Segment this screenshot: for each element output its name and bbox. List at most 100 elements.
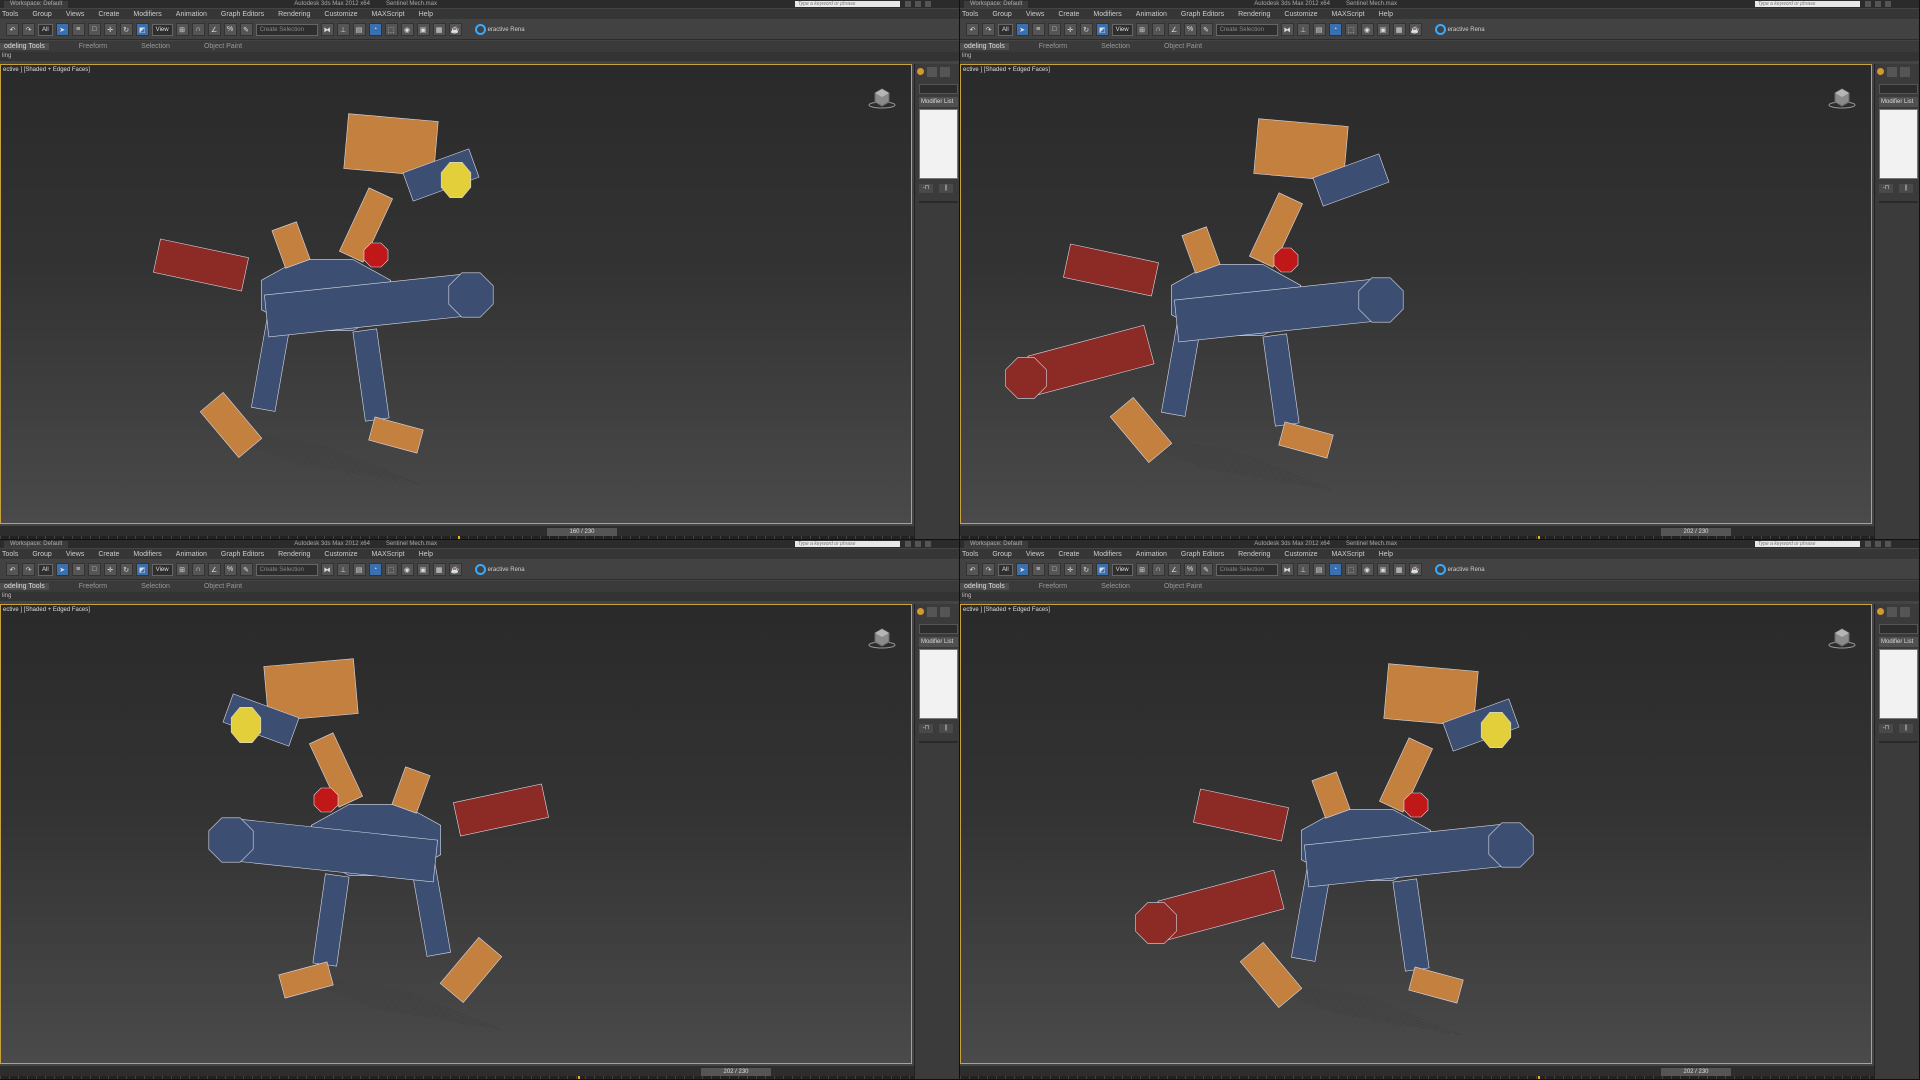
menu-item-group[interactable]: Group: [992, 551, 1011, 558]
pivot-icon[interactable]: ⊞: [175, 23, 189, 36]
menu-item-help[interactable]: Help: [1379, 551, 1393, 558]
named-selection-dropdown[interactable]: Create Selection: [1215, 23, 1278, 36]
menu-item-rendering[interactable]: Rendering: [278, 551, 310, 558]
workspace-dropdown[interactable]: Workspace: Default: [4, 540, 69, 548]
show-end-result-icon[interactable]: ||: [939, 724, 953, 733]
viewcube-icon[interactable]: [1827, 85, 1857, 111]
object-name-field[interactable]: [919, 624, 958, 634]
material-editor-icon[interactable]: ◉: [1360, 23, 1374, 36]
hierarchy-tab-icon[interactable]: [940, 67, 950, 77]
select-by-name-icon[interactable]: ≡: [1031, 563, 1045, 576]
menu-item-help[interactable]: Help: [1379, 11, 1393, 18]
search-input[interactable]: Type a keyword or phrase: [1755, 1, 1860, 7]
render-icon[interactable]: ☕: [448, 23, 462, 36]
light-icon[interactable]: [917, 608, 924, 615]
named-selection-dropdown[interactable]: Create Selection: [255, 563, 318, 576]
mirror-icon[interactable]: ⧓: [1280, 23, 1294, 36]
star-icon[interactable]: [1875, 1, 1881, 7]
menu-item-views[interactable]: Views: [1026, 11, 1045, 18]
undo-icon[interactable]: ↶: [6, 23, 19, 36]
menu-item-help[interactable]: Help: [419, 11, 433, 18]
align-icon[interactable]: ⊥: [1296, 563, 1310, 576]
binoculars-icon[interactable]: [1865, 541, 1871, 547]
menu-item-tools[interactable]: Tools: [962, 551, 978, 558]
hierarchy-tab-icon[interactable]: [940, 607, 950, 617]
menu-item-views[interactable]: Views: [66, 551, 85, 558]
snap-icon[interactable]: ∩: [1151, 563, 1165, 576]
redo-icon[interactable]: ↷: [22, 563, 35, 576]
selection-filter-dropdown[interactable]: All: [998, 23, 1013, 36]
snap-icon[interactable]: ∩: [191, 23, 205, 36]
menu-item-group[interactable]: Group: [32, 11, 51, 18]
render-type[interactable]: eractive Rena: [1434, 24, 1485, 35]
move-icon[interactable]: ✛: [1063, 563, 1077, 576]
menu-item-maxscript[interactable]: MAXScript: [1332, 11, 1365, 18]
menu-item-rendering[interactable]: Rendering: [1238, 11, 1270, 18]
modifier-stack[interactable]: [1879, 649, 1918, 719]
named-selection-dropdown[interactable]: Create Selection: [255, 23, 318, 36]
select-by-name-icon[interactable]: ≡: [71, 563, 85, 576]
render-setup-icon[interactable]: ▣: [416, 23, 430, 36]
menu-item-graph-editors[interactable]: Graph Editors: [1181, 551, 1224, 558]
menu-item-views[interactable]: Views: [1026, 551, 1045, 558]
perspective-viewport[interactable]: ective ] [Shaded + Edged Faces]: [960, 64, 1872, 524]
modifier-stack[interactable]: [1879, 109, 1918, 179]
menu-item-animation[interactable]: Animation: [176, 11, 207, 18]
mirror-icon[interactable]: ⧓: [1280, 563, 1294, 576]
menu-item-maxscript[interactable]: MAXScript: [372, 551, 405, 558]
percent-snap-icon[interactable]: %: [223, 563, 237, 576]
modify-tab-icon[interactable]: [927, 67, 937, 77]
search-input[interactable]: Type a keyword or phrase: [795, 541, 900, 547]
region-select-icon[interactable]: □: [1047, 23, 1061, 36]
menu-item-customize[interactable]: Customize: [324, 551, 357, 558]
menu-item-maxscript[interactable]: MAXScript: [372, 11, 405, 18]
modifier-stack[interactable]: [919, 649, 958, 719]
object-name-field[interactable]: [919, 84, 958, 94]
modifier-list-dropdown[interactable]: Modifier List: [1879, 97, 1918, 107]
material-editor-icon[interactable]: ◉: [1360, 563, 1374, 576]
curve-editor-icon[interactable]: ◔: [368, 23, 382, 36]
angle-snap-icon[interactable]: ∠: [1167, 563, 1181, 576]
help-icon[interactable]: [925, 1, 931, 7]
render-frame-icon[interactable]: ▦: [1392, 563, 1406, 576]
move-icon[interactable]: ✛: [103, 23, 117, 36]
workspace-dropdown[interactable]: Workspace: Default: [4, 0, 69, 8]
ribbon-tab-odeling-tools[interactable]: odeling Tools: [960, 583, 1009, 590]
layer-icon[interactable]: ▤: [352, 23, 366, 36]
ribbon-tab-odeling-tools[interactable]: odeling Tools: [0, 583, 49, 590]
star-icon[interactable]: [1875, 541, 1881, 547]
render-icon[interactable]: ☕: [1408, 23, 1422, 36]
pin-stack-icon[interactable]: -⊓: [919, 724, 933, 733]
menu-item-animation[interactable]: Animation: [1136, 551, 1167, 558]
percent-snap-icon[interactable]: %: [1183, 23, 1197, 36]
layer-icon[interactable]: ▤: [352, 563, 366, 576]
ribbon-tab-selection[interactable]: Selection: [137, 583, 174, 590]
schematic-icon[interactable]: ⬚: [1344, 563, 1358, 576]
curve-editor-icon[interactable]: ◔: [1328, 563, 1342, 576]
select-icon[interactable]: ➤: [55, 563, 69, 576]
ribbon-tab-freeform[interactable]: Freeform: [75, 43, 111, 50]
ribbon-tab-selection[interactable]: Selection: [1097, 43, 1134, 50]
percent-snap-icon[interactable]: %: [223, 23, 237, 36]
select-icon[interactable]: ➤: [55, 23, 69, 36]
object-name-field[interactable]: [1879, 624, 1918, 634]
angle-snap-icon[interactable]: ∠: [1167, 23, 1181, 36]
scale-icon[interactable]: ◩: [135, 23, 149, 36]
render-frame-icon[interactable]: ▦: [432, 23, 446, 36]
viewport-label[interactable]: ective ] [Shaded + Edged Faces]: [963, 607, 1050, 613]
hierarchy-tab-icon[interactable]: [1900, 67, 1910, 77]
material-editor-icon[interactable]: ◉: [400, 23, 414, 36]
ribbon-tab-object-paint[interactable]: Object Paint: [1160, 583, 1206, 590]
modifier-list-dropdown[interactable]: Modifier List: [919, 97, 958, 107]
edit-named-selection-icon[interactable]: ✎: [239, 23, 253, 36]
binoculars-icon[interactable]: [1865, 1, 1871, 7]
region-select-icon[interactable]: □: [87, 23, 101, 36]
select-icon[interactable]: ➤: [1015, 563, 1029, 576]
search-input[interactable]: Type a keyword or phrase: [1755, 541, 1860, 547]
edit-named-selection-icon[interactable]: ✎: [239, 563, 253, 576]
snap-icon[interactable]: ∩: [1151, 23, 1165, 36]
coord-system-dropdown[interactable]: View: [151, 23, 173, 36]
hierarchy-tab-icon[interactable]: [1900, 607, 1910, 617]
time-slider[interactable]: 202 / 230: [701, 1068, 771, 1076]
material-editor-icon[interactable]: ◉: [400, 563, 414, 576]
